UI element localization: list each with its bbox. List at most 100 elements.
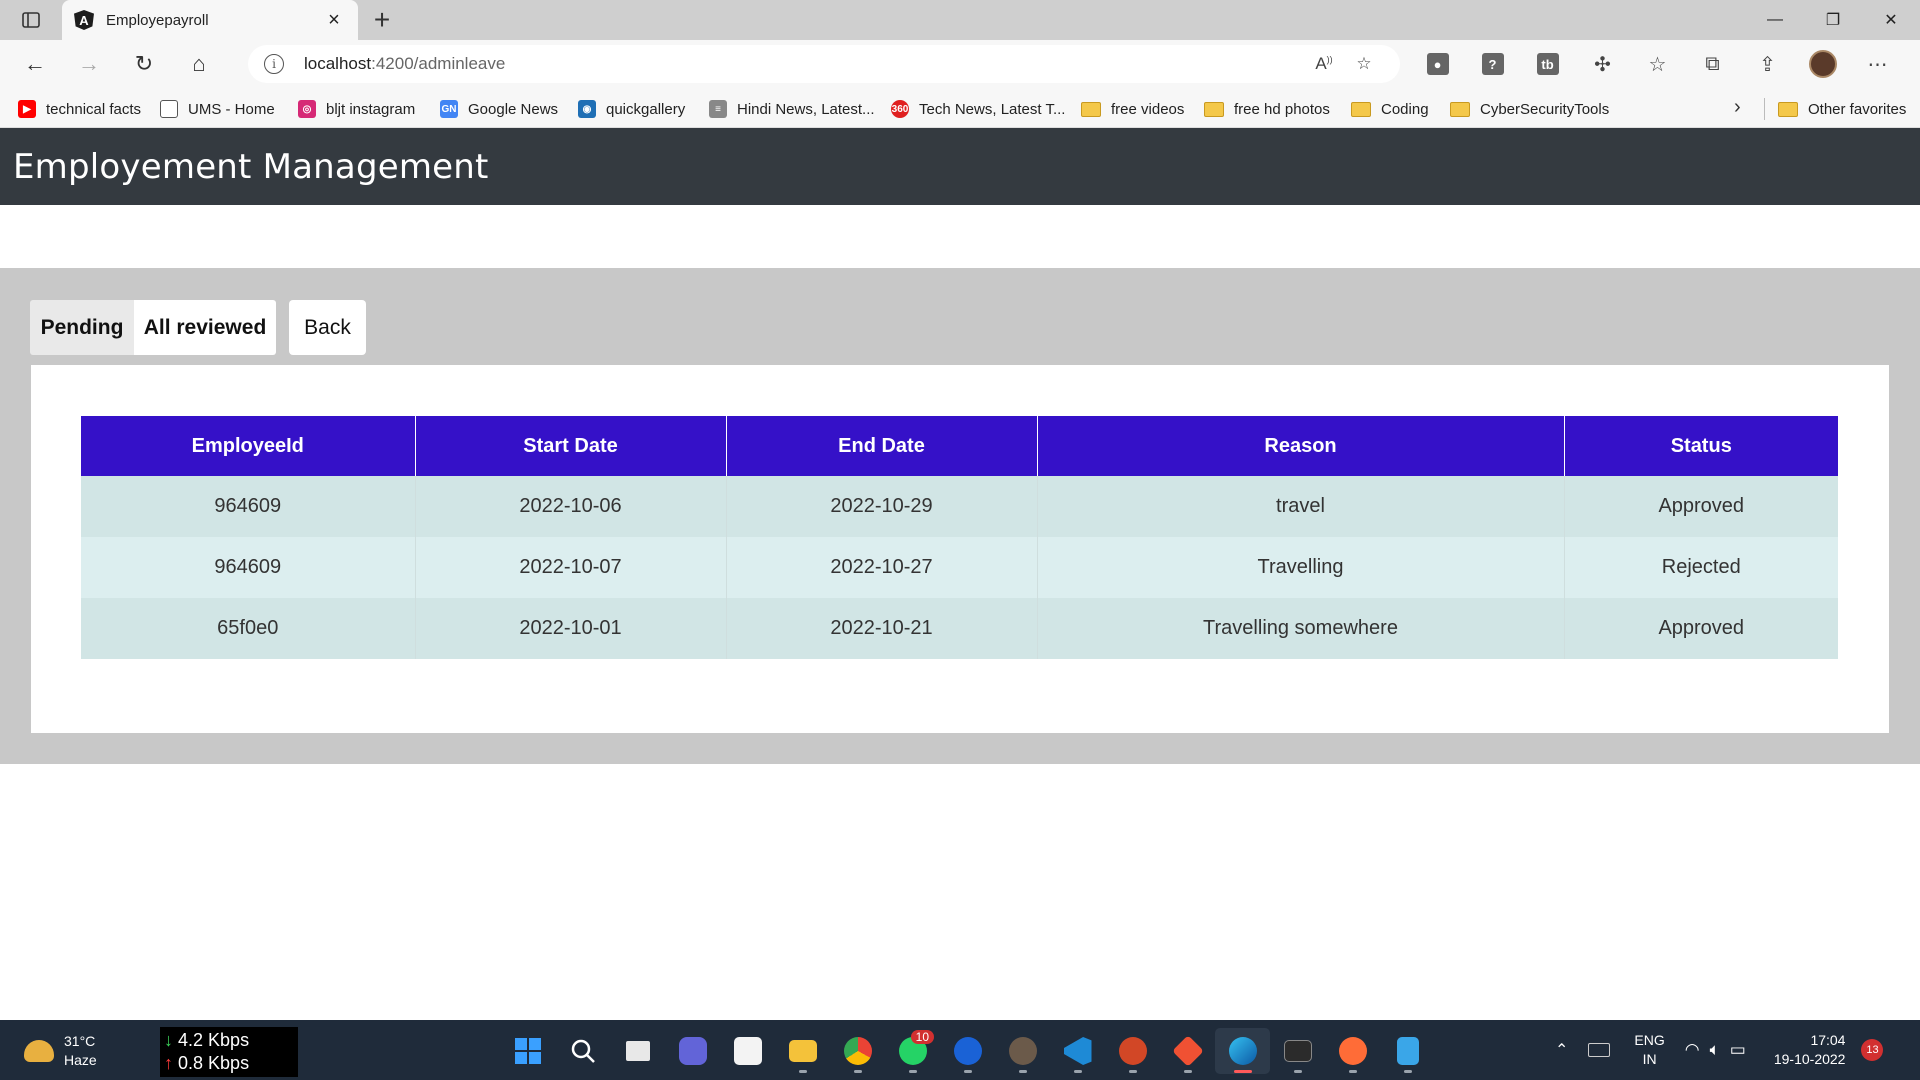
column-header: EmployeeId: [81, 416, 416, 476]
system-tray: ⌃ ENG IN ◠ 🔈︎ ▭ 17:04 19-10-2022 13: [1555, 1020, 1884, 1080]
refresh-icon[interactable]: ↻: [127, 48, 161, 80]
notification-badge[interactable]: 13: [1861, 1039, 1884, 1061]
notepad-icon[interactable]: [1380, 1028, 1435, 1074]
cell-start-date: 2022-10-07: [415, 537, 727, 598]
cell-employee-id: 964609: [81, 537, 416, 598]
bookmark-item[interactable]: ▶ technical facts: [18, 96, 141, 122]
favorites-icon[interactable]: ☆: [1630, 46, 1685, 82]
extension-icon[interactable]: ●: [1410, 46, 1465, 82]
task-view-icon[interactable]: [610, 1028, 665, 1074]
language-indicator[interactable]: ENG IN: [1634, 1031, 1664, 1069]
volume-icon[interactable]: 🔈︎: [1710, 1040, 1720, 1060]
folder-icon: [1450, 101, 1470, 117]
windows-icon: [514, 1038, 541, 1064]
mysql-terminal-icon[interactable]: [1270, 1028, 1325, 1074]
browser-tab[interactable]: A Employepayroll ×: [62, 0, 358, 40]
cell-end-date: 2022-10-29: [726, 476, 1038, 537]
app-header: Employement Management: [0, 128, 1920, 205]
bookmark-folder[interactable]: CyberSecurityTools: [1450, 96, 1609, 122]
column-header: Status: [1564, 416, 1838, 476]
read-aloud-icon[interactable]: A)): [1304, 54, 1344, 74]
table-header-row: EmployeeId Start Date End Date Reason St…: [81, 416, 1838, 476]
store-icon[interactable]: [720, 1028, 775, 1074]
bookmark-item[interactable]: GN Google News: [440, 96, 558, 122]
minimize-icon[interactable]: —: [1746, 0, 1804, 40]
bookmark-item[interactable]: UMS - Home: [160, 96, 275, 122]
weather-widget[interactable]: 31°C Haze: [24, 1032, 97, 1070]
back-arrow-icon[interactable]: ←: [18, 48, 52, 80]
edge-icon[interactable]: [1215, 1028, 1270, 1074]
cell-start-date: 2022-10-01: [415, 598, 727, 659]
profile-avatar[interactable]: [1795, 46, 1850, 82]
tb-extension-icon[interactable]: tb: [1520, 46, 1575, 82]
leave-panel: Pending All reviewed Back EmployeeId Sta…: [0, 268, 1920, 764]
instagram-icon: ◎: [298, 100, 316, 118]
leave-table-card: EmployeeId Start Date End Date Reason St…: [31, 365, 1889, 733]
search-icon[interactable]: [555, 1028, 610, 1074]
chevron-right-icon[interactable]: ›: [1734, 96, 1741, 119]
extensions-puzzle-icon[interactable]: ✣: [1575, 46, 1630, 82]
file-explorer-icon[interactable]: [775, 1028, 830, 1074]
info-icon[interactable]: i: [264, 54, 284, 74]
address-bar[interactable]: i localhost:4200/adminleave A)) ☆: [248, 45, 1400, 83]
tab-actions-icon[interactable]: [14, 8, 48, 32]
cell-employee-id: 964609: [81, 476, 416, 537]
powerpoint-icon[interactable]: [1105, 1028, 1160, 1074]
bookmarks-bar: ▶ technical facts UMS - Home ◎ bljt instag…: [0, 88, 1920, 128]
table-row: 964609 2022-10-06 2022-10-29 travel Appr…: [81, 476, 1838, 537]
more-menu-icon[interactable]: ⋯: [1850, 46, 1905, 82]
close-window-icon[interactable]: ✕: [1862, 0, 1920, 40]
start-button[interactable]: [500, 1028, 555, 1074]
camera-icon: ◉: [578, 100, 596, 118]
teams-chat-icon[interactable]: [665, 1028, 720, 1074]
tab-all-reviewed[interactable]: All reviewed: [134, 300, 276, 355]
page-title: Employement Management: [13, 146, 489, 187]
postman-icon[interactable]: [1325, 1028, 1380, 1074]
bookmark-item[interactable]: ≡ Hindi News, Latest...: [709, 96, 875, 122]
clock-time: 17:04: [1810, 1032, 1846, 1048]
help-extension-icon[interactable]: ?: [1465, 46, 1520, 82]
back-button[interactable]: Back: [289, 300, 366, 355]
restore-icon[interactable]: ❐: [1804, 0, 1862, 40]
cell-end-date: 2022-10-27: [726, 537, 1038, 598]
clock-date: 19-10-2022: [1773, 1051, 1846, 1067]
bookmark-item[interactable]: ◎ bljt instagram: [298, 96, 415, 122]
browser-toolbar: ← → ↻ ⌂ i localhost:4200/adminleave A)) …: [0, 40, 1920, 88]
battery-icon[interactable]: ▭: [1730, 1040, 1746, 1060]
webex-icon[interactable]: [940, 1028, 995, 1074]
network-speed-meter: ↓ 4.2 Kbps ↑ 0.8 Kbps: [160, 1027, 298, 1077]
vscode-icon[interactable]: [1050, 1028, 1105, 1074]
divider: [1764, 98, 1765, 120]
table-row: 964609 2022-10-07 2022-10-27 Travelling …: [81, 537, 1838, 598]
url-text[interactable]: localhost:4200/adminleave: [304, 54, 1304, 74]
tab-pending[interactable]: Pending: [30, 300, 134, 355]
bookmark-item[interactable]: ◉ quickgallery: [578, 96, 685, 122]
window-controls: — ❐ ✕: [1746, 0, 1920, 40]
cell-status: Approved: [1564, 476, 1838, 537]
keyboard-icon[interactable]: [1588, 1043, 1611, 1057]
git-icon[interactable]: [1160, 1028, 1215, 1074]
cell-status: Rejected: [1564, 537, 1838, 598]
add-favorite-icon[interactable]: ☆: [1344, 54, 1384, 74]
forward-arrow-icon[interactable]: →: [72, 48, 106, 80]
bookmark-folder[interactable]: Coding: [1351, 96, 1429, 122]
download-speed: 4.2 Kbps: [178, 1030, 250, 1050]
upload-speed: 0.8 Kbps: [178, 1053, 250, 1073]
bookmark-folder[interactable]: free hd photos: [1204, 96, 1330, 122]
collections-icon[interactable]: ⧉: [1685, 46, 1740, 82]
other-favorites[interactable]: Other favorites: [1778, 96, 1906, 122]
cell-employee-id: 65f0e0: [81, 598, 416, 659]
chevron-up-icon[interactable]: ⌃: [1555, 1040, 1568, 1060]
wifi-icon[interactable]: ◠: [1685, 1040, 1700, 1060]
column-header: Start Date: [415, 416, 727, 476]
whatsapp-icon[interactable]: 10: [885, 1028, 940, 1074]
chrome-icon[interactable]: [830, 1028, 885, 1074]
bookmark-folder[interactable]: free videos: [1081, 96, 1184, 122]
close-tab-icon[interactable]: ×: [322, 9, 346, 32]
bookmark-item[interactable]: 360 Tech News, Latest T...: [891, 96, 1065, 122]
clock[interactable]: 17:04 19-10-2022: [1774, 1031, 1846, 1069]
share-icon[interactable]: ⇪: [1740, 46, 1795, 82]
home-icon[interactable]: ⌂: [182, 48, 216, 80]
settings-gear-icon[interactable]: [995, 1028, 1050, 1074]
new-tab-button[interactable]: +: [366, 4, 398, 36]
